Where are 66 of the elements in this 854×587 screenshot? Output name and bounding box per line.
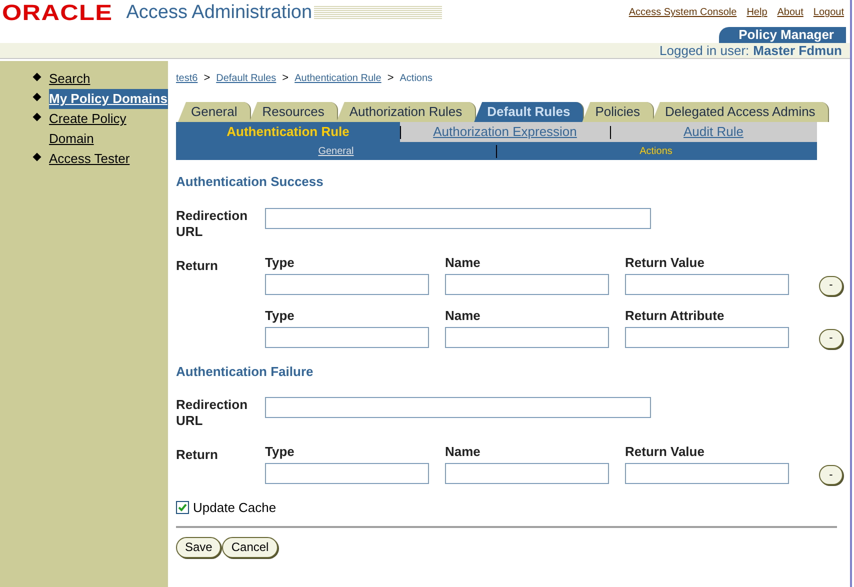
input-field[interactable] xyxy=(265,208,651,228)
form-button[interactable]: Save xyxy=(176,536,222,558)
sidebar-item[interactable]: Search xyxy=(49,69,168,89)
tab[interactable]: Authorization Rules xyxy=(336,102,476,122)
input-field[interactable] xyxy=(625,274,789,294)
column-label: Name xyxy=(445,445,482,459)
tab[interactable]: Resources xyxy=(249,102,338,122)
column-label: Return Value xyxy=(625,445,706,459)
input-field[interactable] xyxy=(625,326,789,348)
breadcrumb-link[interactable]: Default Rules xyxy=(216,70,276,86)
user-name: Master Fdmun xyxy=(753,42,842,60)
input-field[interactable] xyxy=(265,463,429,484)
input-field[interactable] xyxy=(265,326,429,348)
tab[interactable]: Delegated Access Admins xyxy=(652,102,830,122)
breadcrumb-current: Actions xyxy=(400,72,433,86)
breadcrumb-link[interactable]: test6 xyxy=(176,70,198,86)
tab[interactable]: Default Rules xyxy=(474,102,584,122)
bullet-icon xyxy=(32,152,42,162)
section-heading: Authentication Success xyxy=(176,173,324,191)
header-link[interactable]: About xyxy=(777,5,804,20)
app-title: Access Administration xyxy=(126,2,312,24)
input-field[interactable] xyxy=(265,397,651,418)
remove-button[interactable]: - xyxy=(819,276,843,296)
input-field[interactable] xyxy=(445,463,609,484)
sidebar-item[interactable]: My Policy Domains xyxy=(49,89,168,109)
field-label: Return xyxy=(176,258,218,272)
column-label: Return Attribute xyxy=(625,308,726,322)
column-label: Type xyxy=(265,445,296,459)
form-button[interactable]: Cancel xyxy=(222,536,278,558)
bullet-icon xyxy=(32,112,42,122)
logo: ORACLE xyxy=(2,2,113,24)
header-link[interactable]: Access System Console xyxy=(628,5,737,20)
logged-in-label: Logged in user: xyxy=(660,42,750,60)
breadcrumb-separator: > xyxy=(282,70,289,86)
field-label: Redirection URL xyxy=(176,397,249,429)
field-label: Return xyxy=(176,447,218,462)
sidebar-item[interactable]: Access Tester xyxy=(49,149,168,169)
checkbox[interactable] xyxy=(176,501,189,514)
header-link[interactable]: Logout xyxy=(813,5,844,20)
breadcrumb-link[interactable]: Authentication Rule xyxy=(294,70,382,86)
header-link[interactable]: Help xyxy=(746,5,768,20)
input-field[interactable] xyxy=(445,274,609,294)
tab[interactable]: General xyxy=(178,102,252,122)
stripes-icon xyxy=(314,6,442,20)
breadcrumb-separator: > xyxy=(204,70,210,86)
input-field[interactable] xyxy=(265,274,429,294)
checkbox-label: Update Cache xyxy=(193,499,276,517)
app-tab[interactable]: Policy Manager xyxy=(718,27,846,43)
column-label: Type xyxy=(265,308,296,322)
input-field[interactable] xyxy=(625,463,789,484)
section-heading: Authentication Failure xyxy=(176,362,314,380)
subtab[interactable]: Actions xyxy=(640,144,672,158)
column-label: Name xyxy=(445,256,482,270)
sidebar-item[interactable]: Create Policy Domain xyxy=(49,109,168,149)
tab[interactable]: Policies xyxy=(582,102,654,122)
column-label: Return Value xyxy=(625,256,706,270)
bullet-icon xyxy=(32,92,42,102)
input-field[interactable] xyxy=(445,326,609,348)
breadcrumb-separator: > xyxy=(387,70,394,86)
bullet-icon xyxy=(32,72,42,82)
column-label: Name xyxy=(445,308,482,322)
column-label: Type xyxy=(265,256,296,270)
remove-button[interactable]: - xyxy=(819,465,843,485)
field-label: Redirection URL xyxy=(176,208,249,240)
subtab[interactable]: General xyxy=(318,144,354,158)
remove-button[interactable]: - xyxy=(819,328,843,348)
